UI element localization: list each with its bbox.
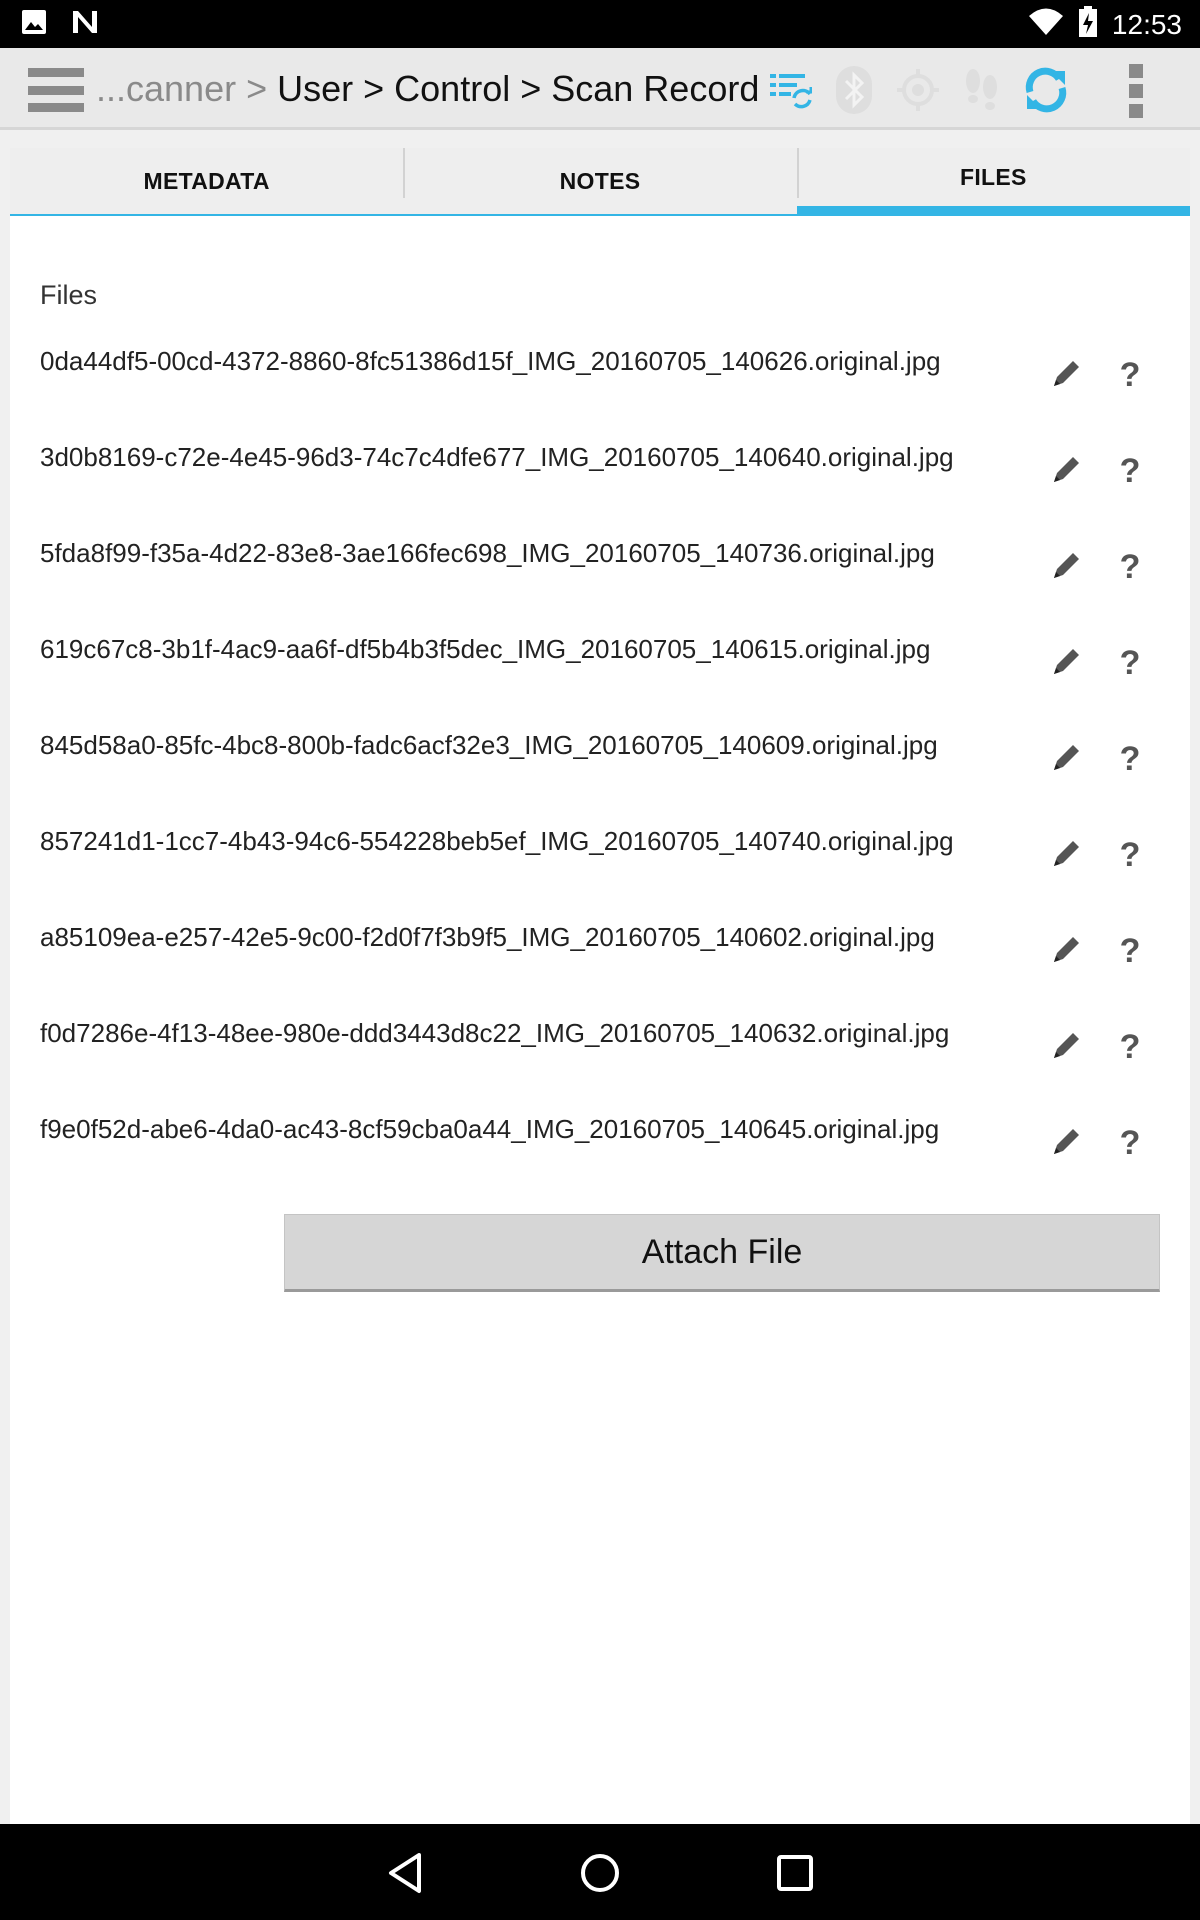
pencil-icon[interactable]	[1042, 1020, 1092, 1070]
file-name[interactable]: 0da44df5-00cd-4372-8860-8fc51386d15f_IMG…	[40, 346, 941, 377]
question-mark-icon[interactable]: ?	[1110, 830, 1150, 880]
wifi-icon	[1028, 7, 1064, 42]
file-row: f0d7286e-4f13-48ee-980e-ddd3443d8c22_IMG…	[40, 1018, 1180, 1114]
image-notification-icon	[20, 8, 48, 41]
file-name[interactable]: a85109ea-e257-42e5-9c00-f2d0f7f3b9f5_IMG…	[40, 922, 935, 953]
refresh-icon[interactable]	[1014, 62, 1078, 118]
pencil-icon[interactable]	[1042, 732, 1092, 782]
file-list: 0da44df5-00cd-4372-8860-8fc51386d15f_IMG…	[40, 346, 1180, 1210]
status-time: 12:53	[1111, 8, 1182, 40]
file-row: 0da44df5-00cd-4372-8860-8fc51386d15f_IMG…	[40, 346, 1180, 442]
question-mark-icon[interactable]: ?	[1110, 1022, 1150, 1072]
file-name[interactable]: f9e0f52d-abe6-4da0-ac43-8cf59cba0a44_IMG…	[40, 1114, 939, 1145]
question-mark-icon[interactable]: ?	[1110, 734, 1150, 784]
tab-notes[interactable]: NOTES	[403, 148, 797, 216]
pencil-icon[interactable]	[1042, 540, 1092, 590]
footsteps-icon[interactable]	[950, 62, 1014, 118]
breadcrumb-prefix[interactable]: ...canner >	[96, 68, 267, 109]
bluetooth-icon[interactable]	[822, 62, 886, 118]
file-row: 857241d1-1cc7-4b43-94c6-554228beb5ef_IMG…	[40, 826, 1180, 922]
file-name[interactable]: 3d0b8169-c72e-4e45-96d3-74c7c4dfe677_IMG…	[40, 442, 954, 473]
tab-bar: METADATA NOTES FILES	[10, 148, 1190, 216]
tab-files[interactable]: FILES	[796, 148, 1190, 216]
question-mark-icon[interactable]: ?	[1110, 1118, 1150, 1168]
pencil-icon[interactable]	[1042, 348, 1092, 398]
file-name[interactable]: 619c67c8-3b1f-4ac9-aa6f-df5b4b3f5dec_IMG…	[40, 634, 930, 665]
pencil-icon[interactable]	[1042, 1116, 1092, 1166]
back-icon[interactable]	[380, 1848, 430, 1898]
file-name[interactable]: f0d7286e-4f13-48ee-980e-ddd3443d8c22_IMG…	[40, 1018, 949, 1049]
pencil-icon[interactable]	[1042, 444, 1092, 494]
file-name[interactable]: 857241d1-1cc7-4b43-94c6-554228beb5ef_IMG…	[40, 826, 954, 857]
file-row: a85109ea-e257-42e5-9c00-f2d0f7f3b9f5_IMG…	[40, 922, 1180, 1018]
file-row: 845d58a0-85fc-4bc8-800b-fadc6acf32e3_IMG…	[40, 730, 1180, 826]
breadcrumb-path: User > Control > Scan Record	[277, 68, 760, 109]
question-mark-icon[interactable]: ?	[1110, 638, 1150, 688]
file-name[interactable]: 5fda8f99-f35a-4d22-83e8-3ae166fec698_IMG…	[40, 538, 935, 569]
file-name[interactable]: 845d58a0-85fc-4bc8-800b-fadc6acf32e3_IMG…	[40, 730, 938, 761]
pencil-icon[interactable]	[1042, 636, 1092, 686]
battery-charging-icon	[1078, 6, 1098, 43]
question-mark-icon[interactable]: ?	[1110, 926, 1150, 976]
file-row: 3d0b8169-c72e-4e45-96d3-74c7c4dfe677_IMG…	[40, 442, 1180, 538]
question-mark-icon[interactable]: ?	[1110, 542, 1150, 592]
file-row: 5fda8f99-f35a-4d22-83e8-3ae166fec698_IMG…	[40, 538, 1180, 634]
status-bar: 12:53	[0, 0, 1200, 48]
sync-list-icon[interactable]	[758, 62, 822, 118]
file-row: 619c67c8-3b1f-4ac9-aa6f-df5b4b3f5dec_IMG…	[40, 634, 1180, 730]
system-nav-bar	[0, 1824, 1200, 1920]
home-icon[interactable]	[575, 1848, 625, 1898]
files-panel: Files 0da44df5-00cd-4372-8860-8fc51386d1…	[10, 216, 1190, 1824]
question-mark-icon[interactable]: ?	[1110, 446, 1150, 496]
tab-metadata[interactable]: METADATA	[10, 148, 404, 216]
pencil-icon[interactable]	[1042, 924, 1092, 974]
gps-icon[interactable]	[886, 62, 950, 118]
files-heading: Files	[40, 280, 98, 310]
recents-icon[interactable]	[770, 1848, 820, 1898]
attach-file-button[interactable]: Attach File	[284, 1214, 1160, 1292]
file-row: f9e0f52d-abe6-4da0-ac43-8cf59cba0a44_IMG…	[40, 1114, 1180, 1210]
action-bar: ...canner > User > Control > Scan Record	[0, 48, 1200, 130]
pencil-icon[interactable]	[1042, 828, 1092, 878]
n-notification-icon	[70, 8, 100, 41]
breadcrumb: ...canner > User > Control > Scan Record	[96, 68, 759, 110]
question-mark-icon[interactable]: ?	[1110, 350, 1150, 400]
navigation-menu-icon[interactable]	[28, 68, 84, 112]
overflow-menu-icon[interactable]	[1122, 64, 1150, 118]
